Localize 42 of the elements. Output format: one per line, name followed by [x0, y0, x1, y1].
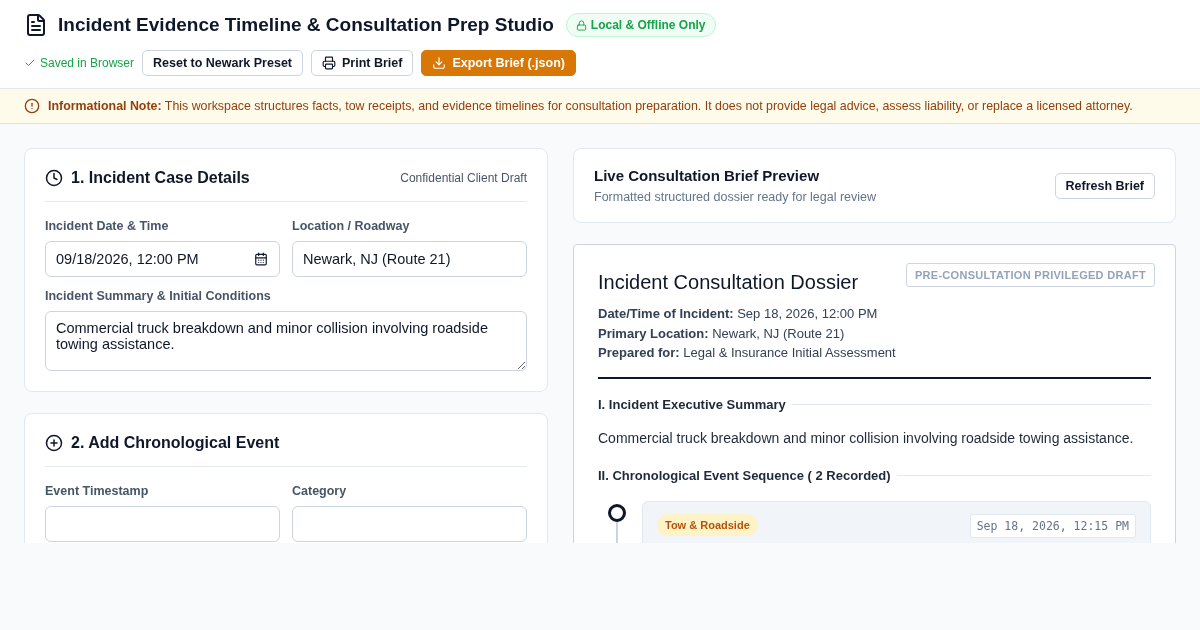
saved-status: Saved in Browser [40, 56, 135, 70]
dossier-title: Incident Consultation Dossier [598, 271, 859, 294]
preview-subtitle: Formatted structured dossier ready for legal review [594, 190, 877, 204]
field-label: Event Timestamp [45, 484, 150, 498]
draft-stamp: PRE-CONSULTATION PRIVILEGED DRAFT [905, 263, 1155, 287]
preview-title: Live Consultation Brief Preview [594, 167, 821, 184]
summary-field[interactable]: Commercial truck breakdown and minor collision involving roadside towing assistance. [45, 311, 527, 371]
alert-icon [24, 98, 40, 114]
dossier-meta: Prepared for: Legal & Insurance Initial Assessment [598, 344, 897, 362]
section-heading: I. Incident Executive Summary [598, 396, 786, 412]
lock-icon [575, 19, 587, 31]
date-time-field[interactable]: 09/18/2026, 12:00 PM [45, 241, 280, 277]
clock-icon [45, 169, 63, 187]
dossier-meta: Primary Location: Newark, NJ (Route 21) [598, 324, 846, 343]
calendar-icon [254, 252, 268, 266]
summary-text: Commercial truck breakdown and minor collision involving roadside towing assistance. [598, 429, 1135, 446]
card-title: 1. Incident Case Details [71, 169, 250, 187]
draft-tag: Confidential Client Draft [400, 171, 527, 185]
refresh-button[interactable]: Refresh Brief [1054, 172, 1155, 199]
event-timestamp: Sep 18, 2026, 12:15 PM [969, 513, 1136, 538]
card-title: 2. Add Chronological Event [71, 434, 280, 452]
printer-icon [322, 56, 336, 70]
field-label: Incident Summary & Initial Conditions [45, 289, 272, 303]
download-icon [432, 56, 447, 70]
timeline-dot [608, 503, 626, 522]
reset-button[interactable]: Reset to Newark Preset [142, 50, 303, 76]
field-label: Location / Roadway [292, 219, 411, 233]
timestamp-field[interactable] [45, 506, 280, 542]
field-label: Category [292, 484, 348, 498]
field-label: Incident Date & Time [45, 219, 170, 233]
category-tag: Tow & Roadside [657, 513, 758, 536]
app-title: Incident Evidence Timeline & Consultation Prep Studio [58, 14, 554, 36]
plus-icon [45, 434, 63, 452]
check-icon [24, 57, 36, 69]
print-button[interactable]: Print Brief [311, 50, 414, 76]
dossier-meta: Date/Time of Incident: Sep 18, 2026, 12:00 PM [598, 305, 879, 323]
category-field[interactable] [292, 506, 527, 542]
document-icon [24, 13, 48, 37]
section-heading: II. Chronological Event Sequence ( 2 Recorded) [598, 467, 891, 483]
badge-label: Local & Offline Only [590, 18, 706, 32]
info-note: Informational Note: This workspace structures facts, tow receipts, and evidence timelines for consultation preparation. It does not provide legal advice, assess liability, or replace a licensed attorney. [48, 99, 1133, 113]
location-field[interactable]: Newark, NJ (Route 21) [292, 241, 527, 277]
